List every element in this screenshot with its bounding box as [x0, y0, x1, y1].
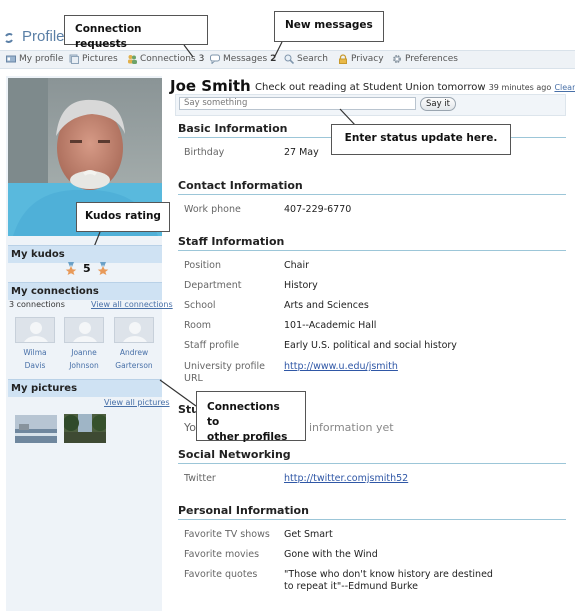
connection-last-name: Davis: [24, 361, 46, 370]
speech-bubble-icon: [210, 54, 220, 64]
tv-shows-value: Get Smart: [284, 529, 333, 540]
department-label: Department: [184, 280, 242, 291]
lock-icon: [339, 54, 347, 64]
department-value: History: [284, 280, 318, 291]
staff-profile-label: Staff profile: [184, 340, 240, 351]
callout-connections-line1: Connections to: [207, 401, 280, 429]
university-url-label-line1: University profile: [184, 361, 265, 372]
people-icon: [128, 55, 137, 64]
nav-messages[interactable]: Messages 2: [210, 54, 276, 64]
picture-thumbnail[interactable]: [15, 415, 57, 443]
connection-last-name: Johnson: [69, 361, 99, 370]
nav-preferences[interactable]: Preferences: [392, 54, 458, 64]
callout-connection-requests: Connection requests: [64, 15, 208, 50]
connection-last-name: Garterson: [115, 361, 153, 370]
nav-search[interactable]: Search: [284, 54, 328, 64]
connection-card[interactable]: Andrew Garterson: [113, 317, 155, 372]
quotes-label: Favorite quotes: [184, 569, 258, 580]
status-time: 39 minutes ago: [488, 83, 552, 92]
position-value: Chair: [284, 260, 310, 271]
quotes-value: "Those who don't know history are destin…: [284, 569, 493, 593]
connection-first-name: Joanne: [71, 348, 97, 357]
kudos-value: 5: [83, 262, 91, 275]
id-card-icon: [6, 55, 16, 63]
birthday-label: Birthday: [184, 147, 225, 158]
status-text: Check out reading at Student Union tomor…: [255, 82, 486, 93]
connection-card[interactable]: Joanne Johnson: [64, 317, 104, 372]
student-info-text-right: information yet: [309, 421, 394, 434]
connections-list: Wilma Davis Joanne Johnson Andrew Garter…: [15, 317, 155, 372]
nav-my-profile-label: My profile: [19, 54, 64, 64]
movies-label: Favorite movies: [184, 549, 260, 560]
kudos-section-header: My kudos: [8, 245, 162, 263]
connections-count: 3 connections: [9, 300, 65, 309]
movies-value: Gone with the Wind: [284, 549, 378, 560]
room-value: 101--Academic Hall: [284, 320, 377, 331]
nav-pictures[interactable]: Pictures: [69, 54, 118, 64]
avatar: [114, 317, 154, 343]
nav-my-profile[interactable]: My profile: [6, 54, 63, 64]
nav-privacy-label: Privacy: [351, 54, 384, 64]
callout-connection-pointer: [183, 44, 194, 58]
avatar: [64, 317, 104, 343]
connection-first-name: Wilma: [23, 348, 47, 357]
nav-privacy[interactable]: Privacy: [338, 54, 384, 64]
callout-status-update: Enter status update here.: [331, 124, 511, 155]
callout-kudos-rating: Kudos rating: [76, 202, 170, 232]
basic-info-header: Basic Information: [178, 122, 288, 135]
nav-search-label: Search: [297, 54, 328, 64]
staff-info-header: Staff Information: [178, 235, 285, 248]
picture-thumbnail[interactable]: [64, 414, 106, 443]
refresh-icon: [5, 33, 13, 43]
personal-info-header: Personal Information: [178, 504, 309, 517]
birthday-value: 27 May: [284, 147, 319, 158]
section-divider: [178, 463, 566, 464]
callout-new-messages: New messages: [274, 11, 384, 42]
connections-section-header: My connections: [8, 282, 162, 300]
section-divider: [178, 250, 566, 251]
contact-info-header: Contact Information: [178, 179, 303, 192]
kudos-rating: 5: [65, 262, 109, 275]
nav-pictures-label: Pictures: [82, 54, 118, 64]
status-input[interactable]: Say something: [179, 97, 416, 110]
work-phone-label: Work phone: [184, 204, 241, 215]
callout-messages-pointer: [274, 41, 283, 57]
status-line: Check out reading at Student Union tomor…: [255, 82, 575, 93]
award-ribbon-icon: [97, 262, 108, 275]
tv-shows-label: Favorite TV shows: [184, 529, 270, 540]
section-divider: [178, 194, 566, 195]
profile-name: Joe Smith: [170, 77, 251, 95]
page-title: Profile: [22, 28, 65, 45]
university-url-link[interactable]: http://www.u.edu/jsmith: [284, 361, 398, 373]
view-all-connections-link[interactable]: View all connections: [91, 300, 173, 309]
section-divider: [178, 519, 566, 520]
room-label: Room: [184, 320, 212, 331]
award-ribbon-icon: [65, 262, 77, 275]
callout-connections-line2: other profiles: [207, 431, 288, 444]
gear-icon: [393, 55, 401, 63]
nav-messages-label: Messages: [223, 54, 268, 64]
position-label: Position: [184, 260, 221, 271]
callout-connections: Connections to other profiles: [196, 391, 306, 443]
school-label: School: [184, 300, 216, 311]
connection-card[interactable]: Wilma Davis: [15, 317, 55, 372]
school-value: Arts and Sciences: [284, 300, 369, 311]
twitter-link[interactable]: http://twitter.comjsmith52: [284, 473, 408, 485]
twitter-label: Twitter: [184, 473, 216, 484]
nav-preferences-label: Preferences: [405, 54, 458, 64]
staff-profile-value: Early U.S. political and social history: [284, 340, 457, 351]
avatar: [15, 317, 55, 343]
social-info-header: Social Networking: [178, 448, 291, 461]
clear-status-link[interactable]: Clear: [554, 83, 575, 92]
pictures-section-header: My pictures: [8, 379, 162, 397]
connection-first-name: Andrew: [119, 348, 149, 357]
work-phone-value: 407-229-6770: [284, 204, 352, 215]
nav-bar: My profile Pictures Connections 3 Messag…: [0, 50, 575, 69]
quote-line-2: to repeat it"--Edmund Burke: [284, 581, 418, 592]
picture-icon: [69, 54, 79, 64]
callout-connections-pointer: [159, 379, 197, 407]
quote-line-1: "Those who don't know history are destin…: [284, 569, 493, 580]
say-it-button[interactable]: Say it: [420, 97, 456, 111]
